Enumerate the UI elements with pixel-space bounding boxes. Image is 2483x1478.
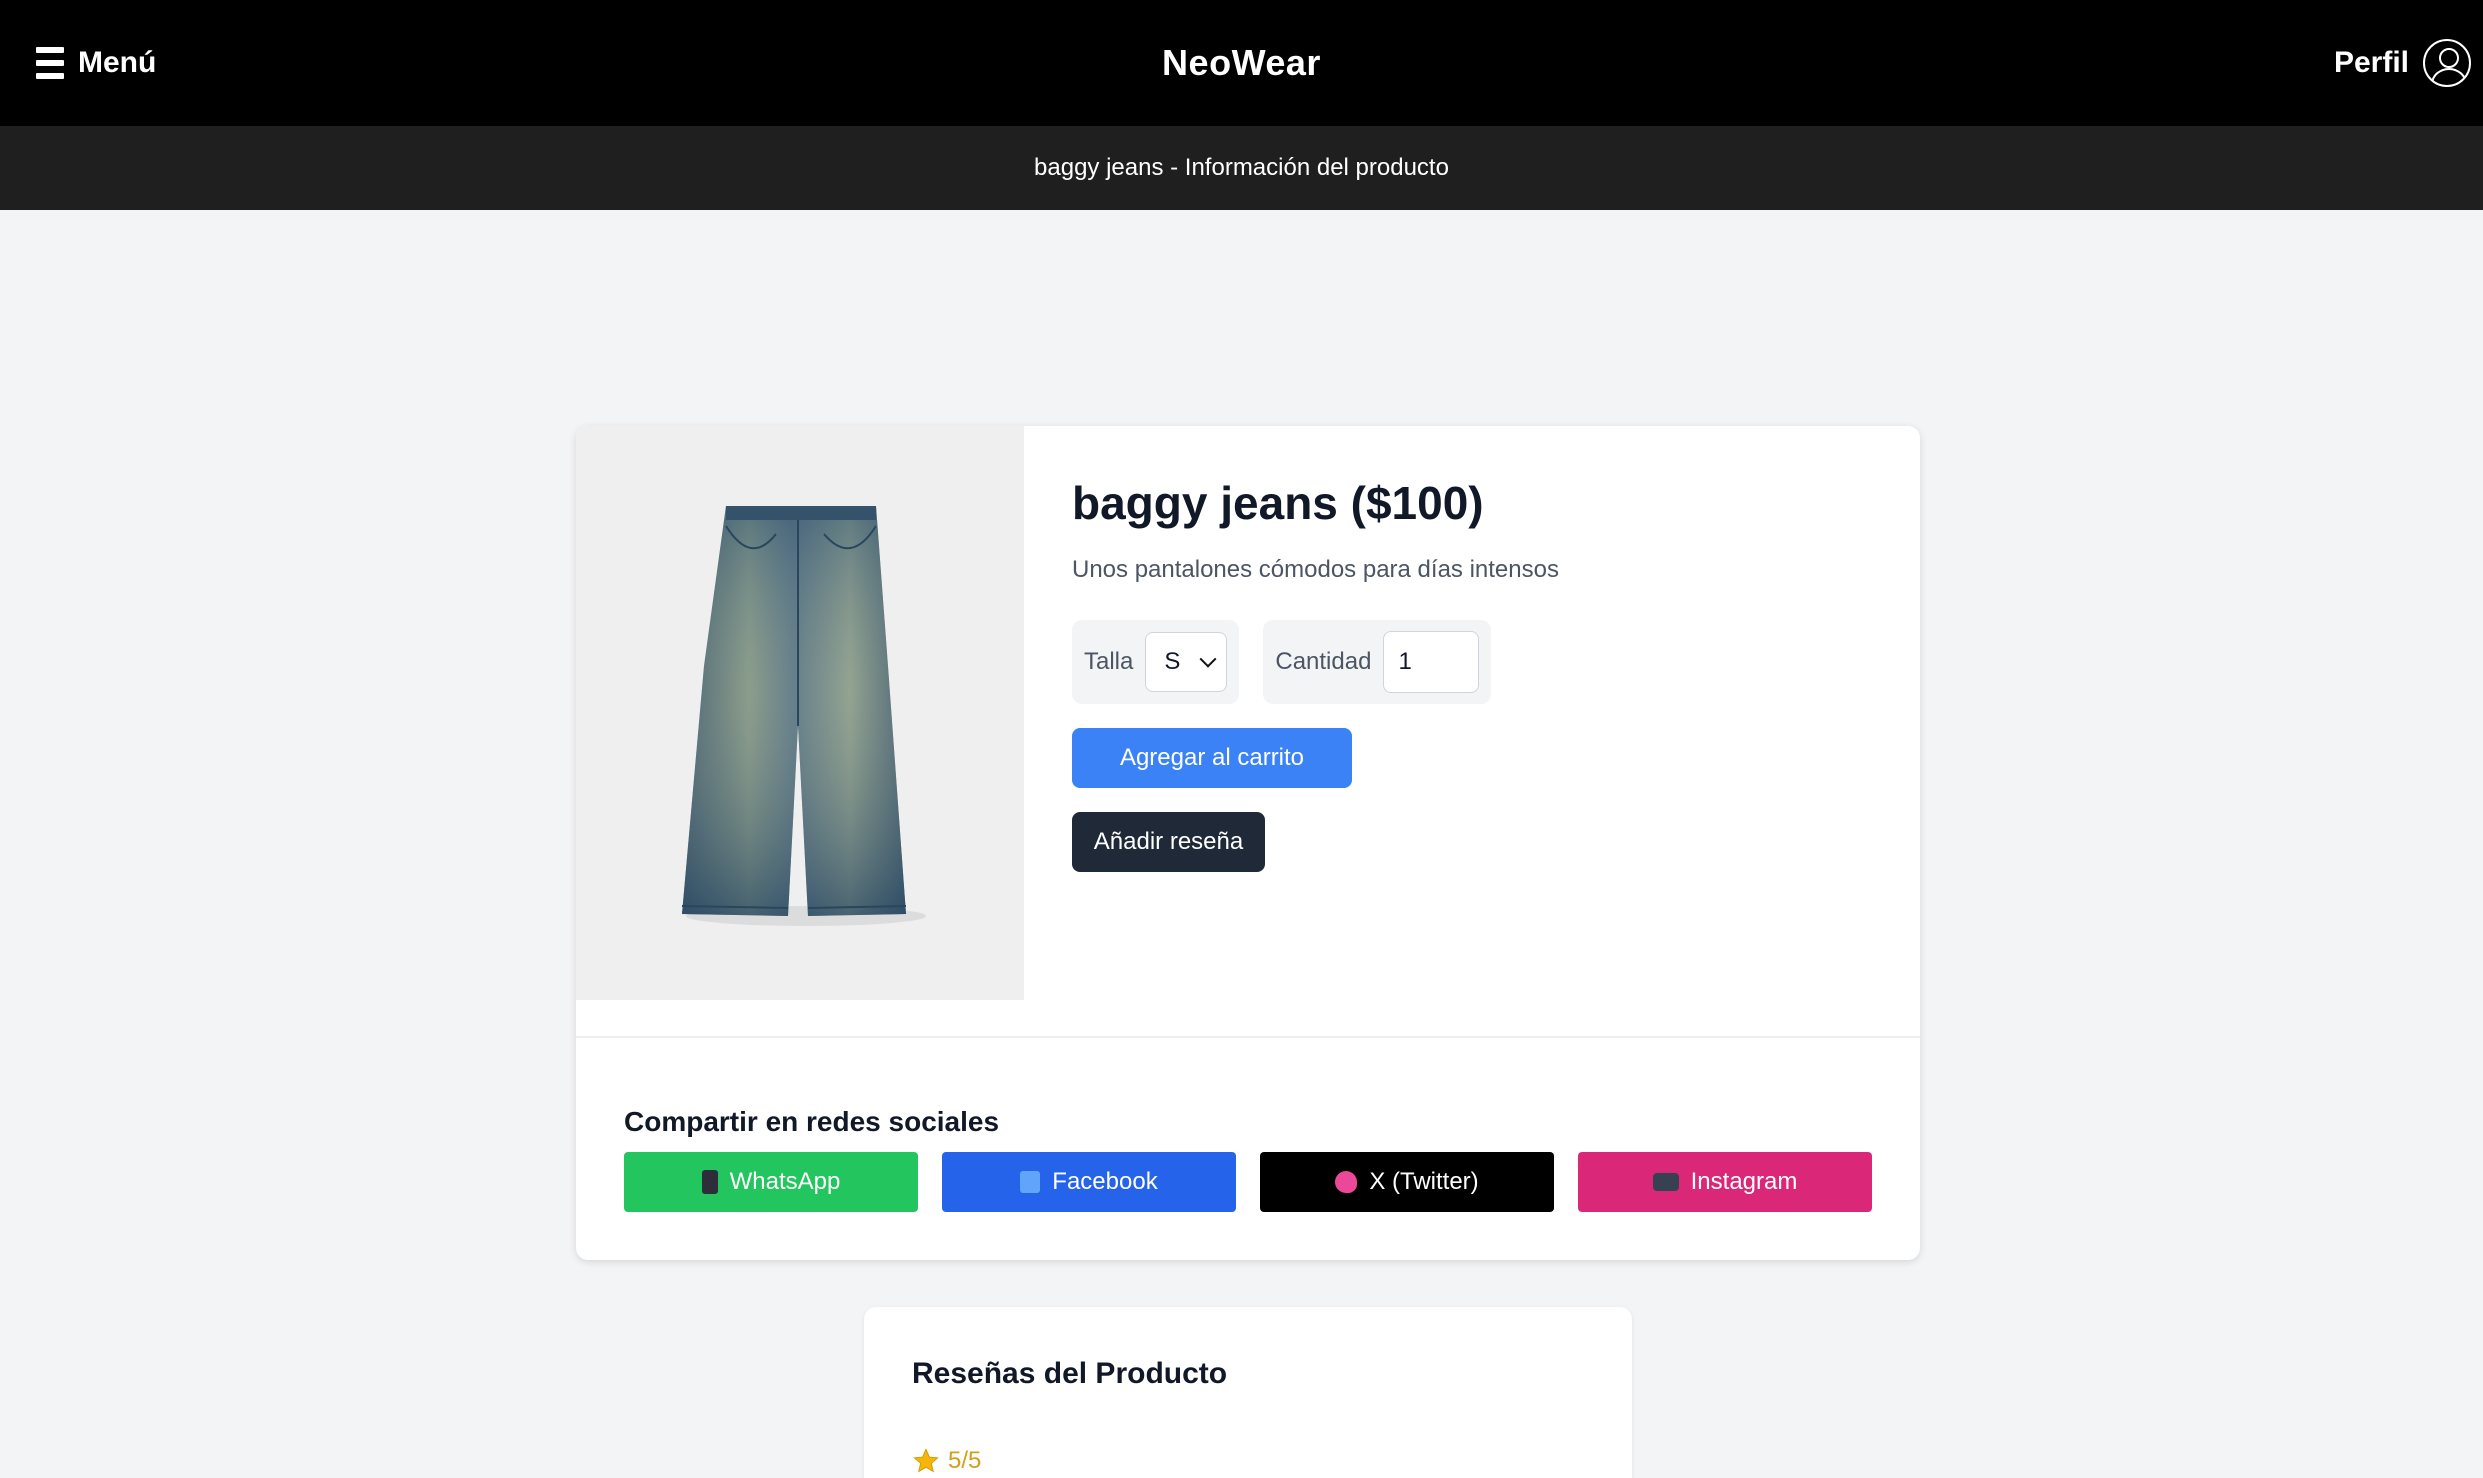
share-whatsapp-label: WhatsApp — [729, 1168, 841, 1195]
add-review-button[interactable]: Añadir reseña — [1072, 812, 1265, 872]
jeans-image — [681, 506, 926, 926]
top-navbar: Menú NeoWear Perfil — [0, 0, 2483, 126]
product-description: Unos pantalones cómodos para días intens… — [1072, 556, 1559, 583]
product-info: baggy jeans ($100) Unos pantalones cómod… — [1072, 476, 1559, 872]
user-icon — [2423, 39, 2471, 87]
share-whatsapp-button[interactable]: WhatsApp — [624, 1152, 918, 1212]
breadcrumb: baggy jeans - Información del producto — [0, 126, 2483, 210]
product-options: Talla S Cantidad — [1072, 620, 1559, 704]
reviews-card: Reseñas del Producto 5/5 — [864, 1307, 1632, 1478]
star-icon — [913, 1448, 939, 1473]
product-title: baggy jeans ($100) — [1072, 477, 1484, 529]
reviews-title: Reseñas del Producto — [912, 1357, 1228, 1390]
bird-icon — [1335, 1171, 1358, 1193]
size-label: Talla — [1084, 648, 1134, 675]
divider — [576, 1036, 1920, 1038]
review-rating: 5/5 — [912, 1447, 981, 1475]
share-x-button[interactable]: X (Twitter) — [1260, 1152, 1554, 1212]
share-facebook-button[interactable]: Facebook — [942, 1152, 1236, 1212]
product-card: baggy jeans ($100) Unos pantalones cómod… — [576, 426, 1920, 1260]
hamburger-icon — [36, 47, 64, 79]
share-buttons: WhatsApp Facebook X (Twitter) Instagram — [624, 1152, 1872, 1212]
share-title: Compartir en redes sociales — [624, 1106, 1000, 1137]
chevron-down-icon — [1199, 650, 1217, 668]
quantity-label: Cantidad — [1275, 648, 1372, 675]
profile-button[interactable]: Perfil — [2334, 39, 2471, 87]
book-icon — [1020, 1171, 1041, 1193]
share-instagram-button[interactable]: Instagram — [1578, 1152, 1872, 1212]
share-x-label: X (Twitter) — [1369, 1168, 1479, 1195]
add-to-cart-button[interactable]: Agregar al carrito — [1072, 728, 1352, 788]
rating-value: 5/5 — [948, 1447, 982, 1474]
share-facebook-label: Facebook — [1052, 1168, 1158, 1195]
profile-label: Perfil — [2333, 46, 2409, 79]
share-instagram-label: Instagram — [1690, 1168, 1798, 1195]
menu-button[interactable]: Menú — [36, 46, 156, 80]
menu-label: Menú — [78, 46, 157, 79]
size-group: Talla S — [1072, 620, 1240, 704]
brand-logo[interactable]: NeoWear — [1162, 42, 1321, 84]
quantity-input[interactable] — [1383, 631, 1480, 693]
product-image — [576, 426, 1024, 1000]
phone-icon — [701, 1170, 718, 1194]
quantity-group: Cantidad — [1263, 620, 1492, 704]
size-value: S — [1164, 648, 1181, 675]
size-select[interactable]: S — [1145, 632, 1228, 692]
camera-icon — [1652, 1173, 1679, 1191]
